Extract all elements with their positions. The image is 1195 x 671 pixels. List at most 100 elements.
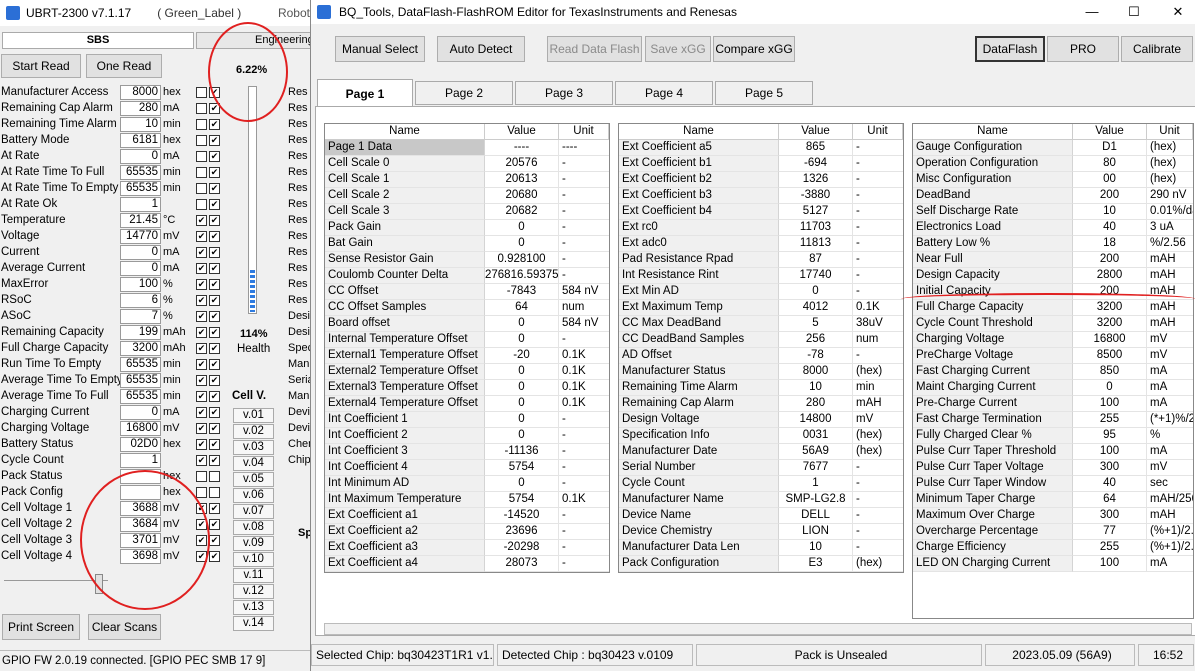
cell-value[interactable]: 10 [1073, 204, 1147, 220]
cell-voltage-button[interactable]: v.01 [233, 408, 274, 423]
cell-value[interactable]: 0 [1073, 380, 1147, 396]
cell-name[interactable]: Charging Voltage [913, 332, 1073, 348]
table-row[interactable]: Int Maximum Temperature 5754 0.1K [325, 492, 609, 508]
cell-unit[interactable]: mV [1147, 332, 1193, 348]
cell-unit[interactable]: - [559, 156, 609, 172]
register-checkbox-2[interactable]: ✔ [209, 519, 220, 530]
cell-name[interactable]: Serial Number [619, 460, 779, 476]
cell-name[interactable]: CC DeadBand Samples [619, 332, 779, 348]
table-row[interactable]: Pulse Curr Taper Window 40 sec [913, 476, 1193, 492]
register-checkbox-2[interactable]: ✔ [209, 279, 220, 290]
table-row[interactable]: Ext Coefficient a5 865- [619, 140, 903, 156]
register-checkbox-2[interactable]: ✔ [209, 407, 220, 418]
cell-name[interactable]: Sense Resistor Gain [325, 252, 485, 268]
cell-name[interactable]: Page 1 Data [325, 140, 485, 156]
table-row[interactable]: Manufacturer Data Len 10- [619, 540, 903, 556]
table-row[interactable]: Ext Coefficient a4 28073- [325, 556, 609, 572]
cell-name[interactable]: Fast Charging Current [913, 364, 1073, 380]
cell-value[interactable]: 20613 [485, 172, 559, 188]
compare-xgg-button[interactable]: Compare xGG [713, 36, 795, 62]
cell-value[interactable]: 0 [485, 316, 559, 332]
table-row[interactable]: Device Chemistry LION - [619, 524, 903, 540]
table-row[interactable]: AD Offset -78- [619, 348, 903, 364]
register-checkbox-2[interactable]: ✔ [209, 295, 220, 306]
tab-page-5[interactable]: Page 5 [715, 81, 813, 105]
table-row[interactable]: Specification Info 0031 (hex) [619, 428, 903, 444]
column-header-unit[interactable]: Unit [853, 124, 903, 140]
cell-value[interactable]: 64 [485, 300, 559, 316]
table-row[interactable]: Serial Number 7677- [619, 460, 903, 476]
cell-unit[interactable]: 584 nV [559, 316, 609, 332]
cell-unit[interactable]: - [559, 172, 609, 188]
table-row[interactable]: Cycle Count 1- [619, 476, 903, 492]
register-checkbox-2[interactable]: ✔ [209, 359, 220, 370]
cell-name[interactable]: Pad Resistance Rpad [619, 252, 779, 268]
cell-name[interactable]: Fully Charged Clear % [913, 428, 1073, 444]
cell-name[interactable]: Gauge Configuration [913, 140, 1073, 156]
table-row[interactable]: Manufacturer Status 8000 (hex) [619, 364, 903, 380]
cell-value[interactable]: 8000 [779, 364, 853, 380]
cell-name[interactable]: Int Coefficient 2 [325, 428, 485, 444]
cell-value[interactable]: 200 [1073, 188, 1147, 204]
cell-name[interactable]: Battery Low % [913, 236, 1073, 252]
cell-name[interactable]: LED ON Charging Current [913, 556, 1073, 572]
cell-value[interactable]: 256 [779, 332, 853, 348]
back-window-titlebar[interactable]: UBRT-2300 v7.1.17 ( Green_Label ) Robot [0, 0, 312, 26]
cell-value[interactable]: 11703 [779, 220, 853, 236]
cell-voltage-button[interactable]: v.10 [233, 552, 274, 567]
cell-value[interactable]: 2800 [1073, 268, 1147, 284]
cell-value[interactable]: LION [779, 524, 853, 540]
cell-unit[interactable]: 38uV [853, 316, 903, 332]
register-checkbox-1[interactable]: ✔ [196, 231, 207, 242]
cell-name[interactable]: Design Capacity [913, 268, 1073, 284]
cell-unit[interactable]: - [559, 556, 609, 572]
table-row[interactable]: Misc Configuration 00 (hex) [913, 172, 1193, 188]
register-checkbox-1[interactable] [196, 471, 207, 482]
cell-value[interactable]: -7843 [485, 284, 559, 300]
cell-name[interactable]: Ext adc0 [619, 236, 779, 252]
cell-value[interactable]: 255 [1073, 540, 1147, 556]
register-checkbox-1[interactable] [196, 199, 207, 210]
cell-voltage-button[interactable]: v.07 [233, 504, 274, 519]
register-checkbox-1[interactable]: ✔ [196, 455, 207, 466]
table-row[interactable]: Cell Scale 2 20680- [325, 188, 609, 204]
table-row[interactable]: LED ON Charging Current 100 mA [913, 556, 1193, 572]
cell-unit[interactable]: - [853, 284, 903, 300]
register-checkbox-2[interactable]: ✔ [209, 455, 220, 466]
cell-unit[interactable]: 290 nV [1147, 188, 1193, 204]
cell-name[interactable]: Pack Configuration [619, 556, 779, 572]
data-grid-3[interactable]: Name Value Unit Gauge Configuration D1 (hex) O… [912, 123, 1194, 619]
start-read-button[interactable]: Start Read [1, 54, 81, 78]
table-row[interactable]: Fully Charged Clear % 95% [913, 428, 1193, 444]
table-row[interactable]: Fast Charging Current 850 mA [913, 364, 1193, 380]
cell-unit[interactable]: mV [1147, 348, 1193, 364]
cell-name[interactable]: Minimum Taper Charge [913, 492, 1073, 508]
table-row[interactable]: Battery Low % 18 %/2.56 [913, 236, 1193, 252]
cell-unit[interactable]: mAH [853, 396, 903, 412]
cell-voltage-button[interactable]: v.04 [233, 456, 274, 471]
cell-name[interactable]: Manufacturer Data Len [619, 540, 779, 556]
cell-unit[interactable]: 3 uA [1147, 220, 1193, 236]
cell-name[interactable]: Manufacturer Date [619, 444, 779, 460]
cell-voltage-button[interactable]: v.12 [233, 584, 274, 599]
cell-value[interactable]: 7677 [779, 460, 853, 476]
cell-unit[interactable]: - [853, 524, 903, 540]
cell-unit[interactable]: 0.1K [559, 380, 609, 396]
tab-page-2[interactable]: Page 2 [415, 81, 513, 105]
table-row[interactable]: Bat Gain 0- [325, 236, 609, 252]
cell-unit[interactable]: % [1147, 428, 1193, 444]
cell-value[interactable]: 5754 [485, 492, 559, 508]
cell-value[interactable]: 0 [485, 332, 559, 348]
cell-value[interactable]: 3200 [1073, 316, 1147, 332]
cell-name[interactable]: Cell Scale 0 [325, 156, 485, 172]
register-checkbox-1[interactable]: ✔ [196, 359, 207, 370]
table-row[interactable]: CC Offset -7843 584 nV [325, 284, 609, 300]
table-row[interactable]: Cell Scale 3 20682- [325, 204, 609, 220]
table-row[interactable]: PreCharge Voltage 8500 mV [913, 348, 1193, 364]
cell-value[interactable]: 0 [485, 396, 559, 412]
cell-name[interactable]: Ext Coefficient a5 [619, 140, 779, 156]
register-checkbox-2[interactable]: ✔ [209, 167, 220, 178]
table-row[interactable]: Page 1 Data ---- ---- [325, 140, 609, 156]
cell-unit[interactable]: - [559, 428, 609, 444]
table-row[interactable]: External1 Temperature Offset -20 0.1K [325, 348, 609, 364]
